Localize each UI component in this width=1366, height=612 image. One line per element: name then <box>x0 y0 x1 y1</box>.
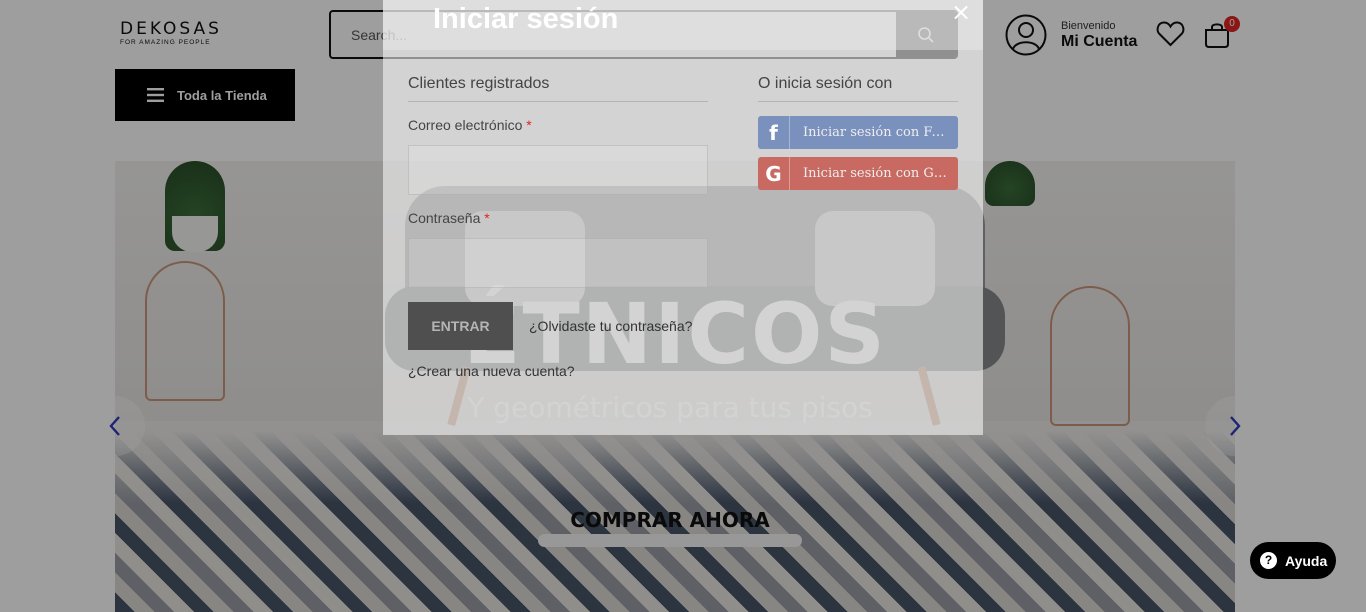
modal-title: Iniciar sesión <box>433 3 619 35</box>
email-label-text: Correo electrónico <box>408 117 523 133</box>
login-modal: Iniciar sesión × Clientes registrados Co… <box>383 0 983 435</box>
registered-customers-title: Clientes registrados <box>408 75 708 102</box>
facebook-login-label: Iniciar sesión con Facebook <box>803 125 950 140</box>
registered-customers-section: Clientes registrados Correo electrónico … <box>408 75 708 379</box>
help-icon: ? <box>1260 552 1277 569</box>
social-login-section: O inicia sesión con f Iniciar sesión con… <box>758 75 958 190</box>
help-widget-button[interactable]: ? Ayuda <box>1250 542 1336 579</box>
email-field[interactable] <box>408 145 708 195</box>
required-mark: * <box>484 210 490 226</box>
social-login-title: O inicia sesión con <box>758 75 958 102</box>
required-mark: * <box>526 117 532 133</box>
google-icon: G <box>758 157 790 190</box>
facebook-icon: f <box>758 116 790 149</box>
modal-header: Iniciar sesión × <box>383 0 983 50</box>
password-label: Contraseña * <box>408 210 708 226</box>
help-label: Ayuda <box>1285 552 1328 569</box>
forgot-password-link[interactable]: ¿Olvidaste tu contraseña? <box>529 318 692 334</box>
login-button[interactable]: ENTRAR <box>408 302 513 350</box>
google-login-button[interactable]: G Iniciar sesión con Google <box>758 157 958 190</box>
google-login-label: Iniciar sesión con Google <box>803 166 950 181</box>
password-field[interactable] <box>408 238 708 288</box>
facebook-login-button[interactable]: f Iniciar sesión con Facebook <box>758 116 958 149</box>
close-icon[interactable]: × <box>951 0 971 26</box>
create-account-link[interactable]: ¿Crear una nueva cuenta? <box>408 363 708 379</box>
password-label-text: Contraseña <box>408 210 481 226</box>
email-label: Correo electrónico * <box>408 117 708 133</box>
